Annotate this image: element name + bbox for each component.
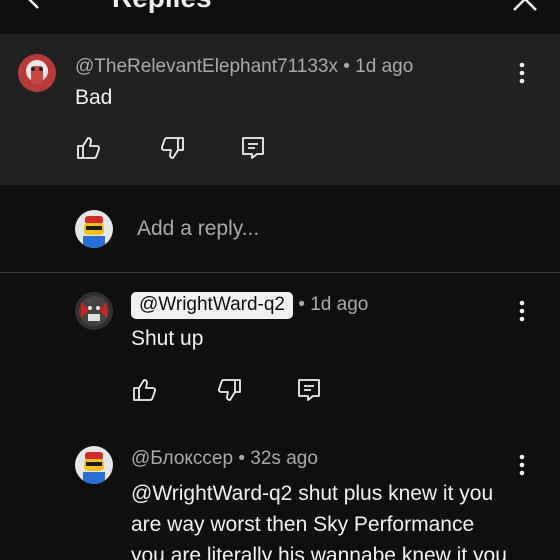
comment-meta: @TheRelevantElephant71133x • 1d ago [75,56,413,78]
comment-time: 1d ago [310,294,369,315]
thumb-up-icon[interactable] [75,135,101,161]
reply-comment-icon[interactable] [296,377,322,403]
comment-meta: @Блокссер • 32s ago [131,448,318,470]
comment-author[interactable]: @TheRelevantElephant71133x [75,56,338,77]
comment-text: Bad [75,86,113,109]
comment-author[interactable]: @Блокссер [131,448,233,469]
current-user-avatar [75,210,113,248]
reply-comment-icon[interactable] [240,135,266,161]
more-vertical-icon[interactable] [512,453,532,477]
page-title: Replies [112,0,212,12]
more-vertical-icon[interactable] [512,61,532,85]
meta-separator: • [298,294,305,315]
more-vertical-icon[interactable] [512,299,532,323]
thumb-down-icon[interactable] [160,135,186,161]
comment-text-line: you are literally his wannabe knew it yo… [131,544,507,560]
replies-header: Replies [0,0,560,34]
meta-separator: • [238,448,246,469]
thumb-down-icon[interactable] [217,377,243,403]
avatar[interactable] [75,446,113,484]
add-reply-input[interactable]: Add a reply... [137,217,259,241]
close-icon[interactable] [510,0,540,14]
comment-text: Shut up [131,327,204,350]
meta-separator: • [343,56,350,77]
comment-text-line: are way worst then Sky Performance [131,513,475,536]
comment-time: 32s ago [250,448,318,469]
comment-author-chip[interactable]: @WrightWard-q2 [131,292,293,319]
back-arrow-icon[interactable] [18,0,48,12]
parent-comment: @TheRelevantElephant71133x • 1d ago Bad [0,34,560,185]
comment-time: 1d ago [355,56,414,77]
comment-text: @WrightWard-q2 shut plus knew it you are… [131,478,551,560]
avatar[interactable] [18,54,56,92]
comment-text-line: @WrightWard-q2 shut plus knew it you [131,482,494,505]
avatar[interactable] [75,292,113,330]
comment-meta: @WrightWard-q2 • 1d ago [131,292,368,319]
thumb-up-icon[interactable] [131,377,157,403]
